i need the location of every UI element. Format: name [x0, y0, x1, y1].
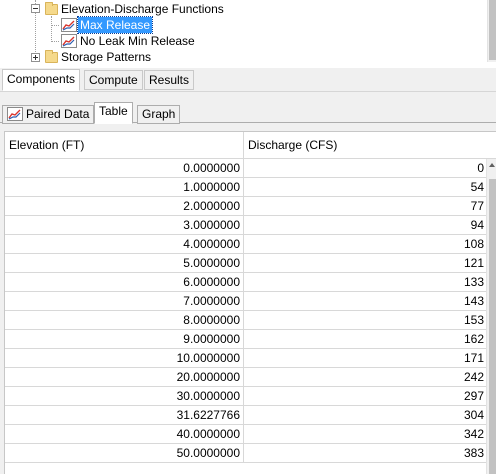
elevation-cell[interactable]: 3.0000000 [5, 216, 244, 235]
tree-connector [51, 25, 59, 26]
folder-icon [45, 50, 58, 63]
discharge-cell[interactable]: 153 [244, 311, 486, 330]
discharge-cell[interactable]: 54 [244, 178, 486, 197]
discharge-cell[interactable]: 171 [244, 349, 486, 368]
table-body: 0.0000000 0 1.0000000 54 2.0000000 77 3.000000… [5, 159, 486, 463]
table-row: 7.0000000 143 [5, 292, 486, 311]
column-header-discharge[interactable]: Discharge (CFS) [244, 132, 489, 159]
discharge-cell[interactable]: 77 [244, 197, 486, 216]
table-row: 20.0000000 242 [5, 368, 486, 387]
discharge-cell[interactable]: 342 [244, 425, 486, 444]
component-tree: Elevation-Discharge Functions Max Releas… [0, 0, 496, 66]
tree-connector [51, 16, 52, 42]
editor-tab-bar: Paired Data Table Graph [0, 101, 496, 124]
table-scrollbar[interactable] [486, 159, 496, 474]
tree-item-label: Storage Patterns [61, 50, 152, 64]
column-header-elevation[interactable]: Elevation (FT) [5, 132, 244, 159]
elevation-cell[interactable]: 50.0000000 [5, 444, 244, 463]
table-row: 10.0000000 171 [5, 349, 486, 368]
paired-data-curve-icon [61, 34, 77, 48]
main-tab-bar: Components Compute Results [0, 68, 496, 92]
elevation-cell[interactable]: 0.0000000 [5, 159, 244, 178]
table-row: 5.0000000 121 [5, 254, 486, 273]
paired-data-curve-icon [61, 18, 77, 32]
table-row: 2.0000000 77 [5, 197, 486, 216]
tree-item-label: Max Release [76, 16, 154, 34]
scroll-up-arrow-icon[interactable] [489, 163, 495, 167]
tab-components[interactable]: Components [2, 69, 81, 91]
discharge-cell[interactable]: 304 [244, 406, 486, 425]
elevation-cell[interactable]: 2.0000000 [5, 197, 244, 216]
discharge-cell[interactable]: 383 [244, 444, 486, 463]
elevation-cell[interactable]: 20.0000000 [5, 368, 244, 387]
tree-item-label: No Leak Min Release [80, 34, 195, 48]
tree-item-label: Elevation-Discharge Functions [61, 2, 224, 16]
collapse-icon[interactable] [31, 4, 40, 13]
elevation-cell[interactable]: 6.0000000 [5, 273, 244, 292]
table-row: 9.0000000 162 [5, 330, 486, 349]
paired-data-table: Elevation (FT) Discharge (CFS) 0.0000000… [4, 131, 496, 474]
tab-results[interactable]: Results [144, 70, 195, 90]
discharge-cell[interactable]: 121 [244, 254, 486, 273]
discharge-cell[interactable]: 0 [244, 159, 486, 178]
table-row: 50.0000000 383 [5, 444, 486, 463]
elevation-cell[interactable]: 5.0000000 [5, 254, 244, 273]
table-row: 8.0000000 153 [5, 311, 486, 330]
tree-connector [51, 41, 59, 42]
table-row: 1.0000000 54 [5, 178, 486, 197]
expand-icon[interactable] [31, 53, 40, 62]
elevation-cell[interactable]: 1.0000000 [5, 178, 244, 197]
tab-paired-data[interactable]: Paired Data [2, 105, 95, 124]
discharge-cell[interactable]: 242 [244, 368, 486, 387]
table-row: 3.0000000 94 [5, 216, 486, 235]
table-row: 0.0000000 0 [5, 159, 486, 178]
scrollbar-thumb[interactable] [489, 179, 496, 474]
elevation-cell[interactable]: 31.6227766 [5, 406, 244, 425]
table-row: 30.0000000 297 [5, 387, 486, 406]
table-header: Elevation (FT) Discharge (CFS) [5, 132, 496, 159]
elevation-cell[interactable]: 10.0000000 [5, 349, 244, 368]
discharge-cell[interactable]: 143 [244, 292, 486, 311]
paired-data-editor: Paired Data Table Graph Elevation (FT) D… [0, 92, 496, 474]
elevation-cell[interactable]: 8.0000000 [5, 311, 244, 330]
discharge-cell[interactable]: 108 [244, 235, 486, 254]
tab-label: Paired Data [26, 107, 90, 121]
discharge-cell[interactable]: 162 [244, 330, 486, 349]
tree-scrollbar[interactable] [487, 0, 496, 62]
elevation-cell[interactable]: 7.0000000 [5, 292, 244, 311]
tab-table[interactable]: Table [94, 102, 133, 124]
table-row: 6.0000000 133 [5, 273, 486, 292]
discharge-cell[interactable]: 94 [244, 216, 486, 235]
discharge-cell[interactable]: 297 [244, 387, 486, 406]
table-row: 31.6227766 304 [5, 406, 486, 425]
table-row: 40.0000000 342 [5, 425, 486, 444]
elevation-cell[interactable]: 30.0000000 [5, 387, 244, 406]
elevation-cell[interactable]: 9.0000000 [5, 330, 244, 349]
scrollbar-thumb[interactable] [489, 0, 496, 60]
tab-graph[interactable]: Graph [137, 105, 181, 124]
folder-icon [45, 2, 58, 15]
table-row: 4.0000000 108 [5, 235, 486, 254]
paired-data-curve-icon [7, 107, 23, 121]
elevation-cell[interactable]: 4.0000000 [5, 235, 244, 254]
discharge-cell[interactable]: 133 [244, 273, 486, 292]
elevation-cell[interactable]: 40.0000000 [5, 425, 244, 444]
tab-compute[interactable]: Compute [84, 70, 143, 90]
